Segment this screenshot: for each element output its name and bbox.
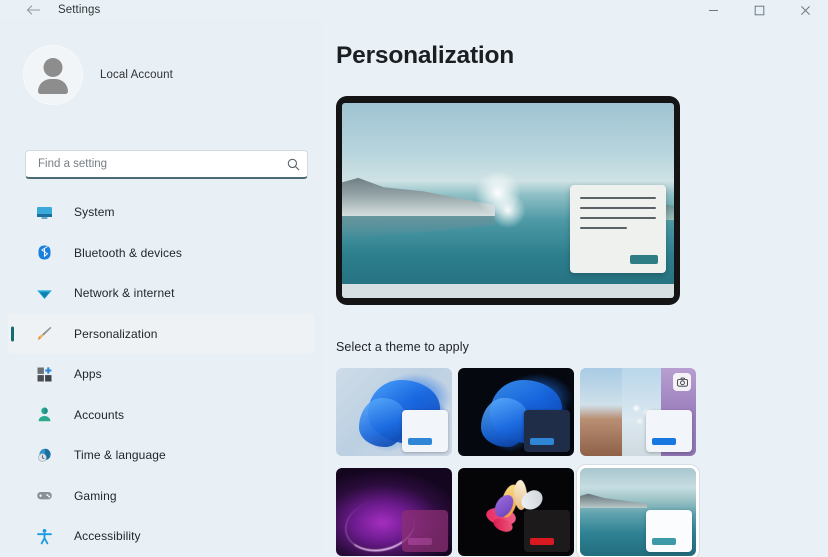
page-title: Personalization xyxy=(336,42,515,69)
sidebar-item-time-language[interactable]: Time & language xyxy=(8,435,314,476)
theme-sample-window xyxy=(524,510,570,552)
text-line xyxy=(580,226,628,229)
theme-tile-windows-light[interactable] xyxy=(336,368,452,456)
accessibility-icon xyxy=(33,525,55,547)
theme-sample-window xyxy=(646,510,692,552)
sidebar-item-apps[interactable]: Apps xyxy=(8,354,314,395)
account-name: Local Account xyxy=(100,69,173,81)
maximize-icon xyxy=(754,5,764,15)
sidebar-item-label: Personalization xyxy=(74,326,158,341)
theme-tile-lake[interactable] xyxy=(580,468,696,556)
sidebar-item-label: Apps xyxy=(74,367,102,382)
sidebar-item-label: Gaming xyxy=(74,488,117,503)
preview-mountain xyxy=(342,177,496,217)
search-input[interactable] xyxy=(26,158,279,170)
close-icon xyxy=(800,5,810,15)
minimize-icon xyxy=(708,9,718,11)
theme-grid xyxy=(336,368,716,557)
text-line xyxy=(580,206,656,209)
search-icon xyxy=(279,151,307,177)
avatar xyxy=(24,46,82,104)
theme-sample-window xyxy=(524,410,570,452)
sidebar-item-accounts[interactable]: Accounts xyxy=(8,395,314,436)
sidebar-item-label: Bluetooth & devices xyxy=(74,245,182,260)
sidebar-item-bluetooth-devices[interactable]: Bluetooth & devices xyxy=(8,233,314,274)
text-line xyxy=(580,196,656,199)
sidebar-item-label: System xyxy=(74,205,115,220)
sidebar-item-label: Network & internet xyxy=(74,286,175,301)
monitor-icon xyxy=(33,201,55,223)
preview-sample-window xyxy=(570,184,666,273)
paintbrush-icon xyxy=(33,323,55,345)
wifi-icon xyxy=(33,282,55,304)
theme-tile-slideshow[interactable] xyxy=(580,368,696,456)
theme-sample-accent xyxy=(408,538,432,545)
theme-sample-accent xyxy=(530,538,554,545)
sidebar-item-label: Accessibility xyxy=(74,529,141,544)
lake-shoreline xyxy=(580,493,648,509)
preview-mountain-reflection xyxy=(342,216,496,241)
sidebar-item-network-internet[interactable]: Network & internet xyxy=(8,273,314,314)
bloom-ribbon-secondary xyxy=(359,397,406,448)
preview-taskbar xyxy=(342,284,674,298)
theme-sample-window xyxy=(402,410,448,452)
preview-screen xyxy=(342,103,674,298)
apps-grid-icon xyxy=(33,363,55,385)
window-controls xyxy=(690,0,828,20)
sidebar-item-personalization[interactable]: Personalization xyxy=(8,313,314,354)
theme-sample-window xyxy=(402,510,448,552)
preview-sample-text xyxy=(570,185,666,229)
theme-tile-purple-glow[interactable] xyxy=(336,468,452,556)
text-line xyxy=(580,216,656,219)
desktop-preview xyxy=(336,96,680,305)
theme-sample-window xyxy=(646,410,692,452)
settings-window: Settings Local Account Find a setting Sy… xyxy=(0,0,828,557)
person-icon xyxy=(33,404,55,426)
app-title: Settings xyxy=(58,4,101,16)
preview-sun xyxy=(475,169,522,216)
close-button[interactable] xyxy=(782,0,828,20)
sidebar-item-system[interactable]: System xyxy=(8,192,314,233)
sidebar-item-gaming[interactable]: Gaming xyxy=(8,476,314,517)
gamepad-icon xyxy=(33,485,55,507)
avatar-body xyxy=(38,79,68,94)
clock-globe-icon xyxy=(33,444,55,466)
avatar-head xyxy=(43,58,63,77)
sidebar-item-label: Time & language xyxy=(74,448,166,463)
slide-image-1 xyxy=(580,368,622,456)
camera-icon xyxy=(673,373,691,391)
theme-tile-windows-dark[interactable] xyxy=(458,368,574,456)
preview-sample-button xyxy=(630,254,658,264)
sidebar: Local Account System xyxy=(0,20,322,557)
theme-sample-accent xyxy=(652,438,676,445)
back-button[interactable] xyxy=(18,0,48,20)
title-bar: Settings xyxy=(0,0,828,20)
sidebar-item-accessibility[interactable]: Accessibility xyxy=(8,516,314,557)
back-arrow-icon xyxy=(26,5,40,15)
maximize-button[interactable] xyxy=(736,0,782,20)
bloom-ribbon-secondary xyxy=(481,397,528,448)
theme-sample-accent xyxy=(530,438,554,445)
theme-sample-accent xyxy=(652,538,676,545)
search-box[interactable] xyxy=(25,150,308,179)
themes-section-label: Select a theme to apply xyxy=(336,340,469,354)
account-card[interactable]: Local Account xyxy=(24,44,294,106)
bluetooth-icon xyxy=(33,242,55,264)
minimize-button[interactable] xyxy=(690,0,736,20)
theme-tile-flower-dark[interactable] xyxy=(458,468,574,556)
theme-sample-accent xyxy=(408,438,432,445)
sidebar-item-label: Accounts xyxy=(74,407,125,422)
main-content: Personalization Select a theme to apply xyxy=(322,20,828,557)
navigation-list: System Bluetooth & devices Network & int… xyxy=(8,192,314,557)
